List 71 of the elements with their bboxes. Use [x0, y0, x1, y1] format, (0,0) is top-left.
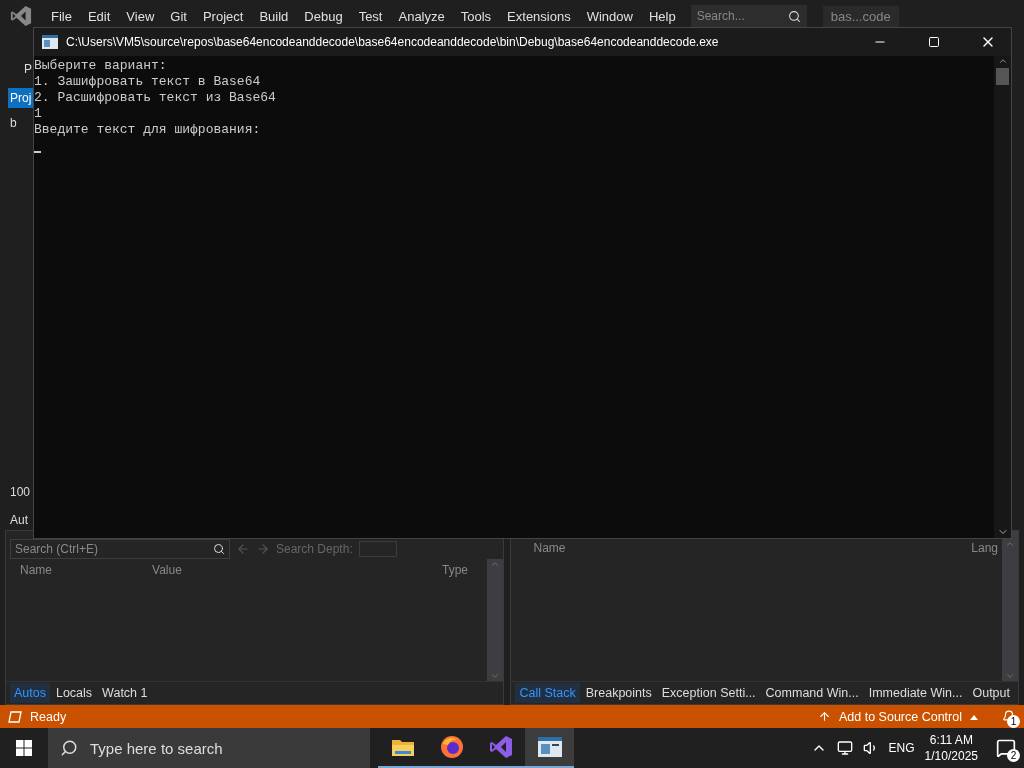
panel-tab[interactable]: Exception Setti... [657, 683, 760, 703]
search-field[interactable]: Search (Ctrl+E) [10, 539, 230, 559]
status-text: Ready [30, 709, 67, 724]
solution-name: bas...code [822, 5, 899, 27]
panel-tab[interactable]: Output [968, 683, 1014, 703]
console-line: 1. Зашифровать текст в Base64 [34, 74, 261, 90]
menu-item[interactable]: Analyze [391, 8, 452, 24]
upload-icon [818, 710, 831, 723]
search-icon [213, 543, 225, 555]
partial-label: P [24, 62, 32, 76]
menu-item[interactable]: File [44, 8, 79, 24]
browser-icon [439, 735, 464, 759]
search-icon [787, 9, 801, 23]
console-line: Введите текст для шифрования: [34, 122, 261, 138]
network-icon[interactable] [836, 740, 853, 756]
panel-tab[interactable]: Locals [51, 683, 97, 703]
text-cursor [34, 151, 41, 153]
search-icon [60, 739, 78, 757]
column-header: Lang [971, 541, 998, 555]
panel-tab[interactable]: Call Stack [515, 683, 580, 703]
taskbar-app[interactable] [525, 728, 574, 768]
search-depth-label: Search Depth: [276, 542, 353, 556]
language-indicator[interactable]: ENG [888, 741, 915, 755]
menu-item[interactable]: Build [252, 8, 296, 24]
console-app-icon [537, 737, 562, 757]
panel-title: Aut [10, 513, 28, 527]
back-icon[interactable] [236, 542, 250, 556]
panel-tab[interactable]: Proj [8, 88, 36, 108]
maximize-icon[interactable] [928, 36, 940, 48]
menu-item[interactable]: Help [641, 8, 683, 24]
column-header: Name [20, 563, 52, 577]
forward-icon[interactable] [256, 542, 270, 556]
menu-item[interactable]: Debug [297, 8, 350, 24]
search-field[interactable]: Search... [690, 5, 807, 27]
menu-item[interactable]: Window [579, 8, 640, 24]
console-app-icon [42, 35, 58, 49]
solution-explorer-entry[interactable]: b [10, 116, 17, 130]
scrollbar[interactable] [994, 56, 1011, 538]
menu-item[interactable]: Test [351, 8, 390, 24]
column-header: Value [152, 563, 183, 577]
column-header: Type [442, 563, 469, 577]
scroll-thumb[interactable] [996, 68, 1009, 85]
taskbar-search-field[interactable]: Type here to search [48, 728, 370, 768]
source-control-button[interactable]: Add to Source Control [839, 709, 962, 724]
menu-item[interactable]: Tools [453, 8, 499, 24]
window-title: C:\Users\VM5\source\repos\base64encodeanddecode\base64encodeanddecode\bin\Debug\base64encodeanddecode.exe [66, 35, 720, 49]
console-line: 1 [34, 106, 42, 122]
zoom-level: 100 [10, 485, 31, 499]
caret-icon [970, 713, 978, 720]
menu-item[interactable]: Edit [80, 8, 118, 24]
folder-icon [391, 738, 414, 756]
notification-count: 1 [1007, 714, 1020, 728]
clock[interactable]: 6:11 AM 1/10/2025 [924, 733, 978, 763]
windows-logo-icon [16, 740, 32, 756]
menu-item[interactable]: Git [163, 8, 194, 24]
column-header: Name [533, 541, 567, 555]
panel-tab[interactable]: Breakpoints [581, 683, 656, 703]
ide-logo-icon [10, 5, 32, 27]
console-line: 2. Расшифровать текст из Base64 [34, 90, 276, 106]
panel-tab[interactable]: Autos [10, 683, 50, 703]
menu-item[interactable]: View [119, 8, 162, 24]
notification-count: 2 [1007, 749, 1020, 762]
menu-item[interactable]: Project [195, 8, 251, 24]
menu-item[interactable]: Extensions [500, 8, 578, 24]
status-icon [8, 710, 22, 723]
scroll-up-icon[interactable] [997, 56, 1008, 66]
ide-logo-icon [488, 735, 513, 759]
panel-tab[interactable]: Command Win... [761, 683, 863, 703]
panel-tab[interactable]: Immediate Win... [864, 683, 967, 703]
console-line: Выберите вариант: [34, 58, 167, 74]
panel-tab[interactable]: Watch 1 [98, 683, 152, 703]
